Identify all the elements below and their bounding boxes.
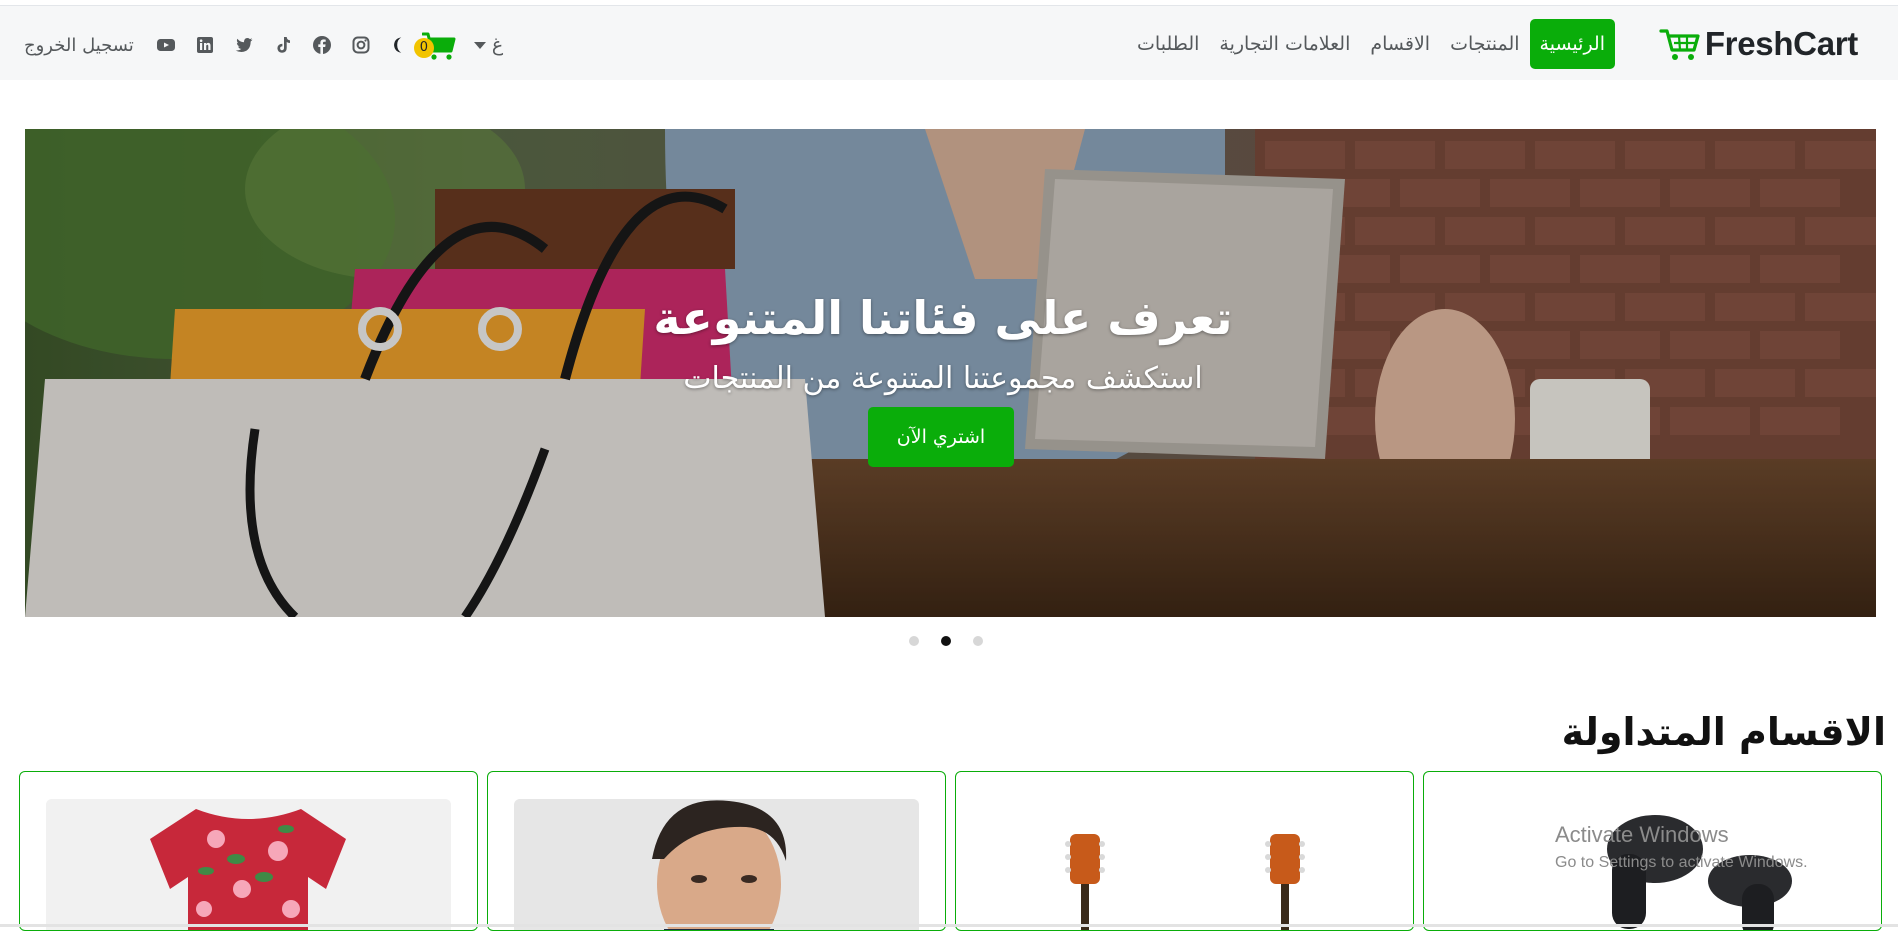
youtube-icon[interactable] [156,35,176,55]
section-title: الاقسام المتداولة [1561,710,1886,754]
cart-button[interactable]: 0 [413,28,458,62]
category-card-music[interactable] [955,771,1414,931]
nav-links: الرئيسية المنتجات الاقسام العلامات التجا… [1127,19,1615,69]
slider-dots [909,636,983,646]
watermark-title: Activate Windows [1555,822,1729,847]
category-card-men[interactable] [487,771,946,931]
hero-slider[interactable]: تعرف على فئاتنا المتنوعة استكشف مجموعتنا… [25,129,1876,617]
linkedin-icon[interactable] [195,35,215,55]
shop-now-button[interactable]: اشتري الآن [868,407,1014,467]
nav-link-categories[interactable]: الاقسام [1360,19,1440,69]
category-image-men [514,799,919,930]
hero-title: تعرف على فئاتنا المتنوعة [653,291,1233,345]
hero-subtitle: استكشف مجموعتنا المتنوعة من المنتجات [683,361,1203,396]
slider-dot-2[interactable] [941,636,951,646]
moon-icon[interactable] [390,36,408,54]
nav-link-products[interactable]: المنتجات [1440,19,1529,69]
brand-logo[interactable]: FreshCart [1659,24,1858,64]
brand-name: FreshCart [1704,25,1858,62]
language-label: غ [491,34,504,56]
cart-count-badge: 0 [413,38,434,58]
nav-actions: تسجيل الخروج 0 غ [24,28,503,62]
cart-logo-icon [1659,29,1700,60]
category-image-music [982,799,1387,930]
chevron-down-icon [473,41,486,49]
slider-dot-1[interactable] [909,636,919,646]
navbar: FreshCart الرئيسية المنتجات الاقسام العل… [0,6,1898,80]
category-card-dress[interactable] [19,771,478,931]
nav-link-home[interactable]: الرئيسية [1529,19,1615,69]
slider-dot-3[interactable] [973,636,983,646]
language-dropdown[interactable]: غ [473,34,504,56]
nav-link-brands[interactable]: العلامات التجارية [1209,19,1360,69]
tiktok-icon[interactable] [273,35,293,55]
windows-activation-watermark: Activate Windows Go to Settings to activ… [1555,822,1808,872]
category-image-dress [46,799,451,930]
logout-link[interactable]: تسجيل الخروج [24,35,134,56]
facebook-icon[interactable] [312,35,332,55]
watermark-subtitle: Go to Settings to activate Windows. [1555,854,1808,871]
twitter-icon[interactable] [234,35,254,55]
nav-link-orders[interactable]: الطلبات [1127,19,1209,69]
instagram-icon[interactable] [351,35,371,55]
